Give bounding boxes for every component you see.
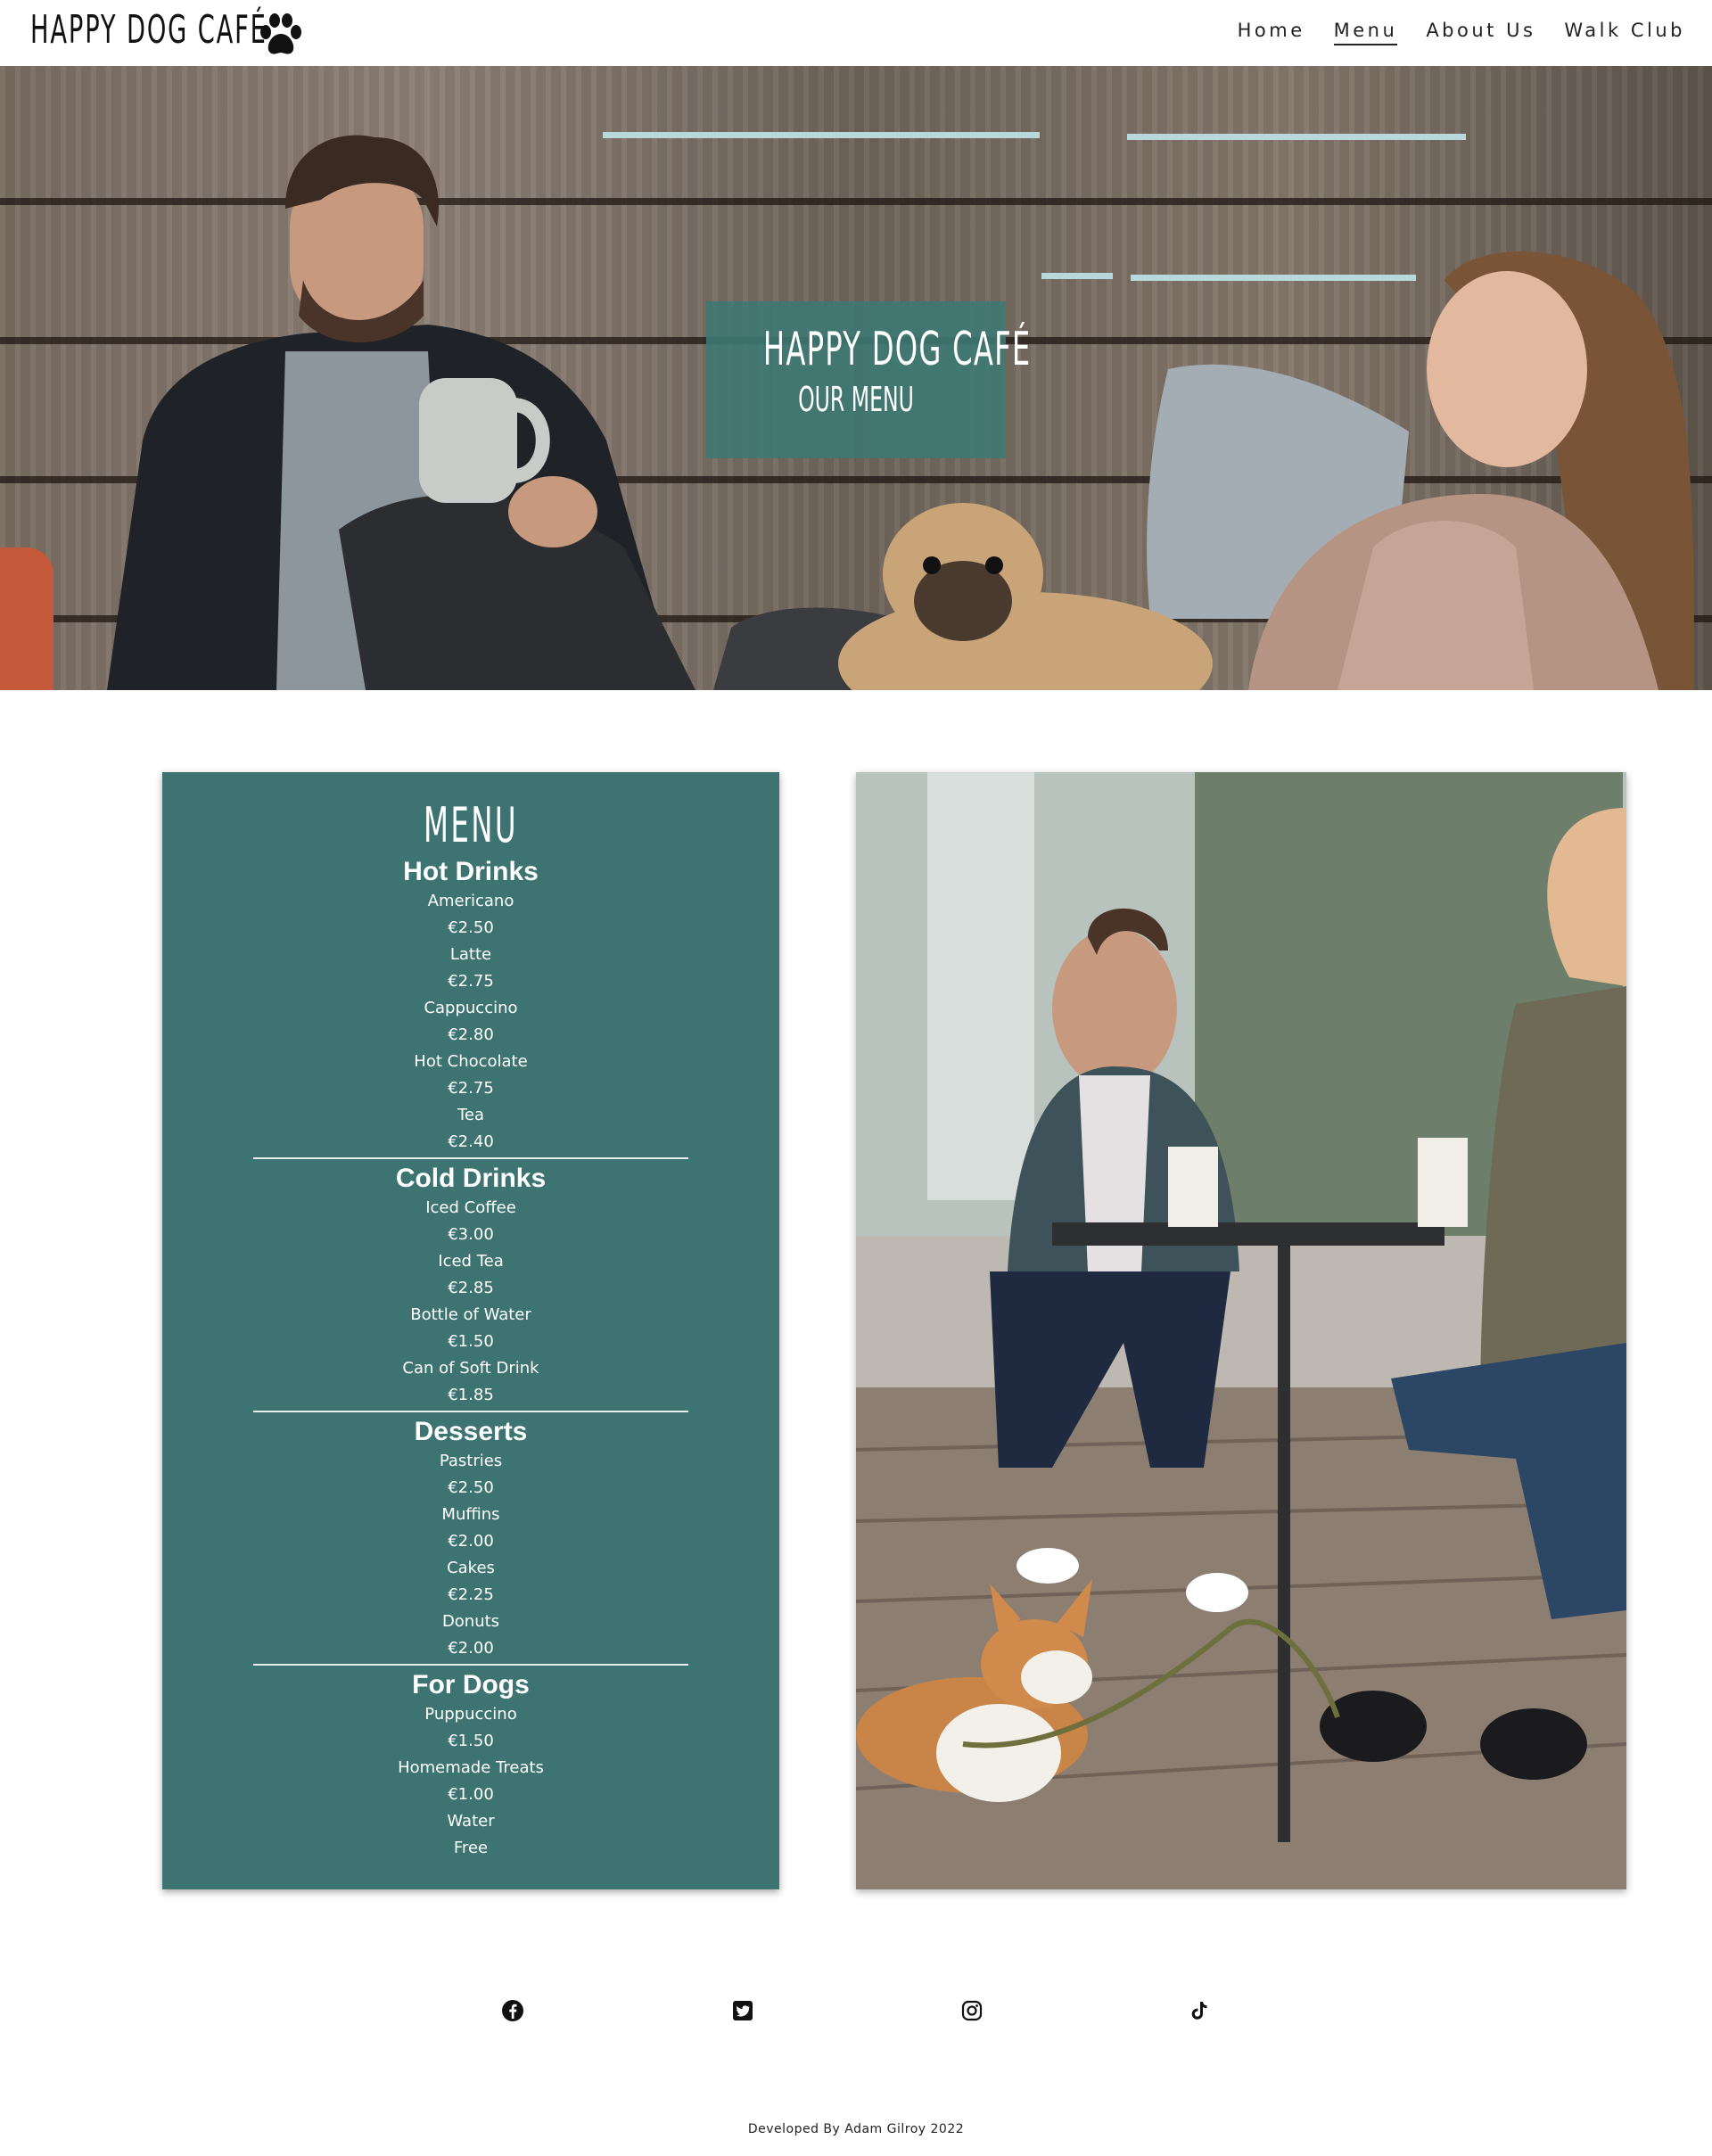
nav-home[interactable]: Home [1238,20,1305,45]
menu-item-price: €2.40 [448,1132,494,1151]
menu-item-price: €2.50 [448,1478,494,1497]
section-title: Cold Drinks [395,1164,547,1193]
fence-gap [1127,134,1466,140]
hero-title: HAPPY DOG CAFÉ [762,323,1032,376]
instagram-icon[interactable] [959,1997,985,2024]
facebook-icon[interactable] [499,1997,526,2024]
menu-item-name: Iced Tea [438,1252,504,1271]
cafe-photo [856,772,1626,1889]
menu-item-name: Hot Chocolate [414,1052,528,1071]
menu-item-price: €1.50 [448,1332,494,1351]
menu-section-cold-drinks: Cold Drinks Iced Coffee €3.00 Iced Tea €… [162,1163,779,1409]
menu-item-price: €3.00 [448,1225,494,1244]
section-divider [253,1664,688,1666]
menu-item-price: €2.80 [448,1025,494,1044]
man-figure [107,135,696,690]
section-title: For Dogs [412,1670,530,1699]
menu-item-price: €2.85 [448,1279,494,1297]
section-divider [253,1157,688,1159]
menu-item-price: €1.85 [448,1386,494,1404]
logo[interactable]: HAPPY DOG CAFÉ [30,7,405,54]
menu-item-price: €2.00 [448,1532,494,1551]
menu-item-name: Bottle of Water [410,1305,531,1324]
menu-item-name: Muffins [441,1505,500,1524]
menu-item-price: €2.25 [448,1585,494,1604]
menu-item-name: Tea [457,1106,485,1124]
menu-card: MENU Hot Drinks Americano €2.50 Latte €2… [162,772,779,1889]
cafe-scene [856,772,1626,1889]
section-divider [253,1411,688,1412]
menu-item-name: Homemade Treats [398,1758,544,1777]
menu-item-price: €2.00 [448,1639,494,1658]
menu-item-name: Can of Soft Drink [402,1359,539,1378]
hero-image: HAPPY DOG CAFÉ OUR MENU [0,66,1712,690]
menu-item-price: €1.50 [448,1732,494,1750]
menu-item-name: Americano [427,892,514,910]
section-title: Desserts [414,1417,528,1446]
nav-about-us[interactable]: About Us [1426,20,1535,45]
pug-dog [713,503,1213,690]
nav-walk-club[interactable]: Walk Club [1564,20,1685,45]
menu-item-name: Water [447,1812,495,1831]
menu-item-name: Donuts [441,1612,500,1631]
menu-item-price: €1.00 [448,1785,494,1804]
main-nav: Home Menu About Us Walk Club [1238,20,1685,45]
woman-figure [1248,251,1694,690]
logo-text: HAPPY DOG CAFÉ [30,7,268,53]
menu-item-price: €2.75 [448,1079,494,1098]
menu-item-name: Latte [449,945,492,964]
paw-icon [260,13,301,54]
menu-item-price: €2.75 [448,972,494,991]
menu-item-name: Cakes [447,1559,495,1577]
hero-subtitle: OUR MENU [798,380,914,419]
tiktok-icon[interactable] [1186,1997,1213,2024]
footer-credit: Developed By Adam Gilroy 2022 [747,2122,965,2136]
menu-section-for-dogs: For Dogs Puppuccino €1.50 Homemade Treat… [162,1669,779,1862]
nav-menu[interactable]: Menu [1333,20,1398,45]
twitter-icon[interactable] [729,1997,756,2024]
menu-item-price: Free [453,1839,489,1857]
menu-item-name: Puppuccino [424,1705,517,1724]
menu-section-hot-drinks: Hot Drinks Americano €2.50 Latte €2.75 C… [162,856,779,1156]
menu-item-price: €2.50 [448,918,494,937]
menu-item-name: Iced Coffee [425,1198,516,1217]
fence-gap [1041,273,1113,279]
hero-banner: HAPPY DOG CAFÉ OUR MENU [706,301,1032,458]
menu-heading: MENU [424,797,518,853]
site-header: HAPPY DOG CAFÉ Home Menu About Us Walk C… [0,0,1712,66]
section-title: Hot Drinks [403,857,539,886]
menu-section-desserts: Desserts Pastries €2.50 Muffins €2.00 Ca… [162,1416,779,1662]
menu-item-name: Cappuccino [424,999,518,1017]
orange-cushion [0,547,54,690]
menu-item-name: Pastries [439,1452,503,1470]
